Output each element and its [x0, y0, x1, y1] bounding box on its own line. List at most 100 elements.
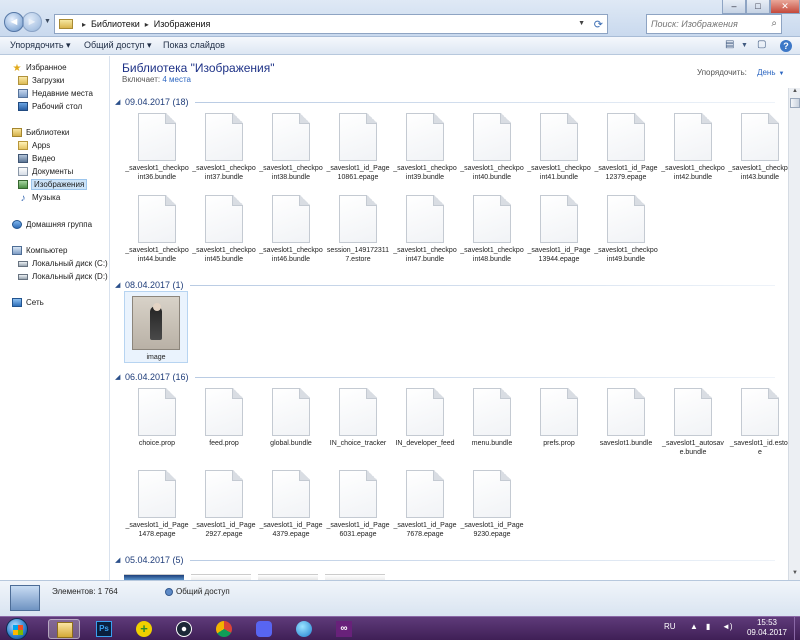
file-item[interactable]: _saveslot1_id_Page13944.epage: [526, 193, 592, 271]
clock[interactable]: 15:53 09.04.2017: [744, 618, 790, 638]
file-item[interactable]: IN_choice_tracker: [325, 386, 391, 464]
file-item[interactable]: _saveslot1_checkpoint43.bundle: [727, 111, 788, 189]
group-header[interactable]: ◢ 06.04.2017 (16): [115, 371, 775, 383]
nav-recent-places[interactable]: Недавние места: [18, 89, 93, 98]
taskbar-chrome[interactable]: [208, 619, 240, 639]
taskbar-app-ball[interactable]: [288, 619, 320, 639]
address-dropdown-icon[interactable]: ▼: [578, 20, 585, 27]
collapse-chevron-icon[interactable]: ◢: [115, 281, 125, 289]
file-item[interactable]: _saveslot1_checkpoint41.bundle: [526, 111, 592, 189]
refresh-icon[interactable]: ⟳: [594, 18, 603, 31]
search-input[interactable]: [651, 19, 761, 29]
breadcrumb-libraries[interactable]: Библиотеки: [91, 19, 140, 29]
preview-pane-icon[interactable]: ▢: [757, 39, 766, 50]
file-item[interactable]: image: [124, 291, 188, 363]
change-view-icon[interactable]: ▤: [725, 39, 734, 50]
file-item[interactable]: _saveslot1_checkpoint48.bundle: [459, 193, 525, 271]
file-item[interactable]: feed.prop: [191, 386, 257, 464]
nav-homegroup[interactable]: Домашняя группа: [12, 220, 92, 229]
file-item[interactable]: _saveslot1_checkpoint37.bundle: [191, 111, 257, 189]
file-item[interactable]: _saveslot1_checkpoint39.bundle: [392, 111, 458, 189]
collapse-chevron-icon[interactable]: ◢: [115, 98, 125, 106]
file-item[interactable]: choice.prop: [124, 386, 190, 464]
forward-button[interactable]: ►: [22, 12, 42, 32]
file-item[interactable]: _saveslot1_checkpoint45.bundle: [191, 193, 257, 271]
nav-libraries[interactable]: Библиотеки: [12, 128, 69, 137]
nav-network[interactable]: Сеть: [12, 298, 44, 307]
search-icon[interactable]: ⌕: [771, 18, 777, 29]
slideshow-button[interactable]: Показ слайдов: [163, 40, 225, 50]
vertical-scrollbar[interactable]: ▲ ▼: [788, 88, 800, 580]
file-item[interactable]: _saveslot1_id_Page4379.epage: [258, 468, 324, 546]
minimize-button[interactable]: –: [722, 0, 746, 14]
file-item[interactable]: _saveslot1_checkpoint46.bundle: [258, 193, 324, 271]
file-item[interactable]: IN_developer_feed: [392, 386, 458, 464]
file-item[interactable]: _saveslot1_checkpoint44.bundle: [124, 193, 190, 271]
breadcrumb-pictures[interactable]: Изображения: [154, 19, 211, 29]
file-item[interactable]: _saveslot1_id_Page7678.epage: [392, 468, 458, 546]
file-item[interactable]: saveslot1.bundle: [593, 386, 659, 464]
nav-computer[interactable]: Компьютер: [12, 246, 67, 255]
help-icon[interactable]: ?: [780, 40, 792, 52]
file-item[interactable]: session_1491723117.estore: [325, 193, 391, 271]
maximize-button[interactable]: □: [746, 0, 770, 14]
nav-video[interactable]: Видео: [18, 154, 55, 163]
file-item[interactable]: _saveslot1_checkpoint42.bundle: [660, 111, 726, 189]
nav-pictures[interactable]: Изображения: [18, 179, 88, 190]
breadcrumb-separator-icon[interactable]: ▸: [145, 20, 149, 29]
file-item[interactable]: _saveslot1_id_Page2927.epage: [191, 468, 257, 546]
nav-downloads[interactable]: Загрузки: [18, 76, 64, 85]
file-item[interactable]: _saveslot1_checkpoint36.bundle: [124, 111, 190, 189]
scrollbar-thumb[interactable]: [790, 98, 800, 108]
file-item[interactable]: _saveslot1_id_Page12379.epage: [593, 111, 659, 189]
nav-documents[interactable]: Документы: [18, 167, 73, 176]
group-header[interactable]: ◢ 08.04.2017 (1): [115, 279, 775, 291]
view-dropdown-icon[interactable]: ▼: [741, 42, 748, 49]
file-item[interactable]: global.bundle: [258, 386, 324, 464]
taskbar-discord[interactable]: [248, 619, 280, 639]
file-item[interactable]: _saveslot1_id.estore: [727, 386, 788, 464]
file-item[interactable]: _saveslot1_id_Page9230.epage: [459, 468, 525, 546]
back-button[interactable]: ◄: [4, 12, 24, 32]
taskbar-visual-studio[interactable]: ∞: [328, 619, 360, 639]
taskbar-explorer[interactable]: [48, 619, 80, 639]
file-item[interactable]: menu.bundle: [459, 386, 525, 464]
breadcrumb-separator-icon[interactable]: ▸: [82, 20, 86, 29]
close-button[interactable]: ✕: [770, 0, 800, 14]
file-item[interactable]: _saveslot1_checkpoint40.bundle: [459, 111, 525, 189]
nav-disk-d[interactable]: Локальный диск (D:): [18, 272, 108, 281]
arrange-by-dropdown[interactable]: День: [757, 68, 775, 77]
taskbar-steam[interactable]: [168, 619, 200, 639]
scroll-down-icon[interactable]: ▼: [789, 570, 800, 580]
share-button[interactable]: Общий доступ ▾: [84, 40, 152, 51]
organize-button[interactable]: Упорядочить ▾: [10, 40, 71, 51]
taskbar-app-plus[interactable]: +: [128, 619, 160, 639]
file-item[interactable]: _saveslot1_checkpoint47.bundle: [392, 193, 458, 271]
nav-desktop[interactable]: Рабочий стол: [18, 102, 82, 111]
file-item[interactable]: prefs.prop: [526, 386, 592, 464]
file-item[interactable]: _saveslot1_checkpoint38.bundle: [258, 111, 324, 189]
file-item[interactable]: _saveslot1_id_Page10861.epage: [325, 111, 391, 189]
show-desktop-button[interactable]: [794, 617, 800, 640]
group-header[interactable]: ◢ 09.04.2017 (18): [115, 96, 775, 108]
arrange-dropdown-icon[interactable]: ▼: [779, 71, 785, 77]
scroll-up-icon[interactable]: ▲: [789, 88, 800, 98]
nav-apps[interactable]: Apps: [18, 141, 50, 150]
file-item[interactable]: _saveslot1_id_Page1478.epage: [124, 468, 190, 546]
nav-favorites[interactable]: ★ Избранное: [12, 63, 67, 74]
tray-arrow-icon[interactable]: ▲: [690, 622, 698, 631]
nav-music[interactable]: ♪ Музыка: [18, 193, 61, 204]
file-item[interactable]: _saveslot1_autosave.bundle: [660, 386, 726, 464]
group-header[interactable]: ◢ 05.04.2017 (5): [115, 554, 775, 566]
collapse-chevron-icon[interactable]: ◢: [115, 556, 125, 564]
collapse-chevron-icon[interactable]: ◢: [115, 373, 125, 381]
file-item[interactable]: _saveslot1_id_Page6031.epage: [325, 468, 391, 546]
taskbar-photoshop[interactable]: Ps: [88, 619, 120, 639]
network-tray-icon[interactable]: ▮: [706, 622, 710, 631]
search-box[interactable]: ⌕: [646, 14, 782, 34]
recent-pages-dropdown-icon[interactable]: ▼: [44, 18, 51, 25]
address-bar[interactable]: ▸ Библиотеки ▸ Изображения ▼ ⟳: [54, 14, 608, 34]
volume-icon[interactable]: ◄): [722, 622, 733, 631]
nav-disk-c[interactable]: Локальный диск (C:): [18, 259, 108, 268]
file-item[interactable]: _saveslot1_checkpoint49.bundle: [593, 193, 659, 271]
